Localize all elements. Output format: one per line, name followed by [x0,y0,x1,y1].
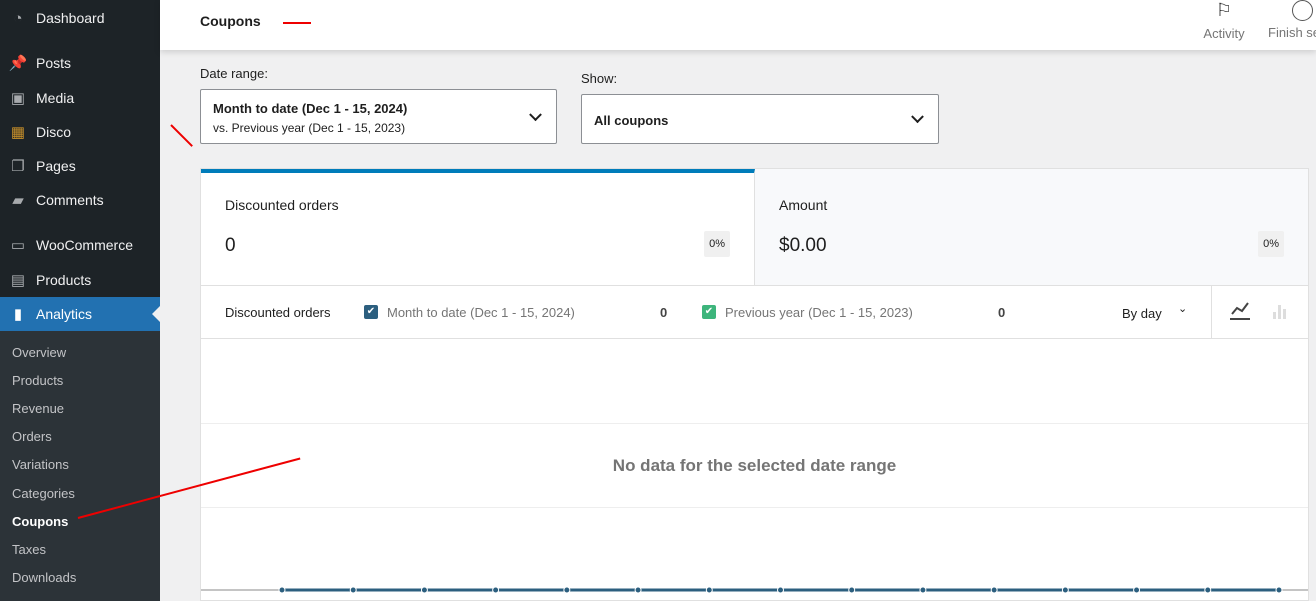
show-select[interactable]: All coupons [581,94,939,144]
data-point [919,586,927,594]
annotation-arrow [283,22,311,24]
data-point [1061,586,1069,594]
submenu-item-orders[interactable]: Orders [0,423,160,451]
pages-icon: ❐ [11,158,25,175]
data-point [349,586,357,594]
delta-badge: 0% [1258,231,1284,257]
data-point [705,586,713,594]
chevron-down-icon: ⌄ [1178,303,1188,315]
checkbox-previous[interactable]: ✔ [702,305,716,319]
comment-icon: ▰ [12,192,24,209]
sidebar-item-dashboard[interactable]: ◔ Dashboard [0,1,160,35]
activity-button[interactable]: ⚐ Activity [1200,0,1248,41]
sidebar-item-media[interactable]: ▣ Media [0,81,160,115]
sidebar-item-analytics[interactable]: ▮ Analytics [0,297,160,331]
delta-badge: 0% [704,231,730,257]
discount-icon: ▦ [10,124,26,141]
analytics-submenu: Overview Products Revenue Orders Variations C… [0,331,160,601]
page-title: Coupons [200,13,261,29]
card-amount[interactable]: Amount $0.00 0% [755,169,1308,286]
progress-circle-icon [1292,0,1313,21]
submenu-item-taxes[interactable]: Taxes [0,535,160,563]
interval-select[interactable]: By day [1122,306,1162,321]
sidebar-item-posts[interactable]: 📌 Posts [0,46,160,80]
admin-sidebar: ◔ Dashboard 📌 Posts ▣ Media ▦ Disco ❐ Pages ▰ Comme… [0,0,160,601]
line-chart [201,586,1308,594]
data-point [777,586,784,594]
woo-icon: ▭ [10,237,26,254]
sidebar-item-disco[interactable]: ▦ Disco [0,115,160,149]
chevron-down-icon [529,107,542,121]
page-header: Coupons ⚐ Activity Finish se [160,0,1316,50]
bar-chart-icon: ▮ [13,306,23,323]
line-chart-icon[interactable] [1230,300,1250,320]
show-label: Show: [581,71,618,86]
data-point [278,586,286,594]
sidebar-item-comments[interactable]: ▰ Comments [0,183,160,217]
legend-metric: Discounted orders [225,305,331,320]
data-point [990,586,998,594]
data-point [634,586,642,594]
data-point [1133,586,1141,594]
sidebar-item-label: WooCommerce [36,237,133,253]
card-discounted-orders[interactable]: Discounted orders 0 0% [201,169,755,286]
pin-icon: 📌 [8,55,28,72]
archive-icon: ▤ [10,272,26,289]
data-point [563,586,571,594]
submenu-item-variations[interactable]: Variations [0,451,160,479]
data-point [420,586,428,594]
sidebar-item-products[interactable]: ▤ Products [0,263,160,297]
media-icon: ▣ [10,90,26,107]
flag-icon: ⚐ [1215,0,1233,20]
sidebar-item-label: Posts [36,55,72,71]
data-point [1204,586,1212,594]
bar-chart-icon[interactable] [1271,302,1289,323]
date-range-label: Date range: [200,66,268,81]
submenu-item-downloads[interactable]: Downloads [0,564,160,592]
sidebar-item-label: Analytics [36,306,93,322]
dashboard-icon: ◔ [13,9,23,27]
finish-setup-button[interactable]: Finish se [1268,0,1316,40]
chevron-down-icon [911,110,924,124]
sidebar-item-label: Dashboard [36,10,105,26]
checkbox-current[interactable]: ✔ [364,305,378,319]
annotation-arrow [170,124,193,147]
sidebar-item-label: Products [36,272,92,288]
sidebar-item-label: Media [36,90,75,106]
date-range-select[interactable]: Month to date (Dec 1 - 15, 2024) vs. Pre… [200,89,557,144]
data-point [492,586,500,594]
sidebar-item-label: Disco [36,124,72,140]
sidebar-item-label: Comments [36,192,104,208]
submenu-item-coupons[interactable]: Coupons [0,507,160,535]
data-point [848,586,856,594]
submenu-item-products[interactable]: Products [0,366,160,394]
chart-legend: Discounted orders ✔ Month to date (Dec 1… [201,286,1308,339]
sidebar-item-label: Pages [36,158,76,174]
submenu-item-revenue[interactable]: Revenue [0,394,160,422]
sidebar-item-woocommerce[interactable]: ▭ WooCommerce [0,228,160,262]
sidebar-item-pages[interactable]: ❐ Pages [0,149,160,183]
data-point [1275,586,1283,594]
no-data-message: No data for the selected date range [612,456,897,475]
report-panel: Discounted orders 0 0% Amount $0.00 0% D… [200,168,1309,601]
submenu-item-overview[interactable]: Overview [0,338,160,366]
